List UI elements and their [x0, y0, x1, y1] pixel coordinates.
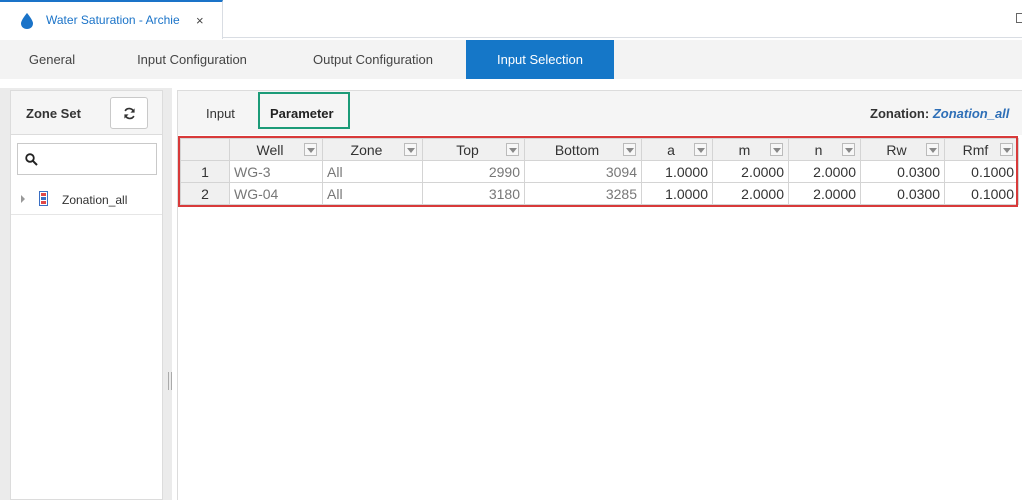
tab-output-configuration[interactable]: Output Configuration: [280, 40, 466, 79]
close-icon[interactable]: ×: [196, 13, 204, 29]
tree-item-zonation-all[interactable]: Zonation_all: [11, 185, 162, 215]
tab-input-configuration[interactable]: Input Configuration: [104, 40, 280, 79]
search-input[interactable]: [46, 149, 151, 169]
refresh-button[interactable]: [110, 97, 148, 129]
grid-highlight: [178, 136, 1018, 207]
restore-window-icon[interactable]: [1016, 13, 1022, 23]
zonation-indicator: Zonation: Zonation_all: [870, 106, 1009, 121]
zonation-icon: [39, 191, 48, 206]
zone-set-header: Zone Set: [11, 91, 162, 135]
tab-general[interactable]: General: [0, 40, 104, 79]
zone-search-box[interactable]: [17, 143, 157, 175]
refresh-icon: [124, 107, 135, 120]
parameter-panel-header: Input Parameter Zonation: Zonation_all: [178, 91, 1022, 135]
zone-set-title: Zone Set: [26, 106, 81, 121]
search-icon: [25, 153, 38, 166]
parameter-panel: Input Parameter Zonation: Zonation_all W…: [177, 90, 1022, 500]
tree-item-label: Zonation_all: [62, 193, 128, 207]
subtab-input[interactable]: Input: [206, 106, 235, 121]
tab-input-selection[interactable]: Input Selection: [466, 40, 614, 79]
zonation-value[interactable]: Zonation_all: [933, 106, 1010, 121]
water-drop-icon: [21, 13, 33, 29]
document-tab-title: Water Saturation - Archie: [46, 13, 180, 27]
panel-splitter[interactable]: [167, 372, 174, 390]
parameter-tab-highlight: [258, 92, 350, 129]
zonation-label: Zonation:: [870, 106, 930, 121]
document-tab[interactable]: Water Saturation - Archie ×: [0, 0, 223, 39]
section-tab-bar: General Input Configuration Output Confi…: [0, 40, 1022, 79]
expand-caret-icon[interactable]: [21, 195, 25, 203]
document-tab-bar: Water Saturation - Archie ×: [0, 0, 1022, 39]
zone-set-panel: Zone Set Zonation_all: [10, 90, 163, 500]
